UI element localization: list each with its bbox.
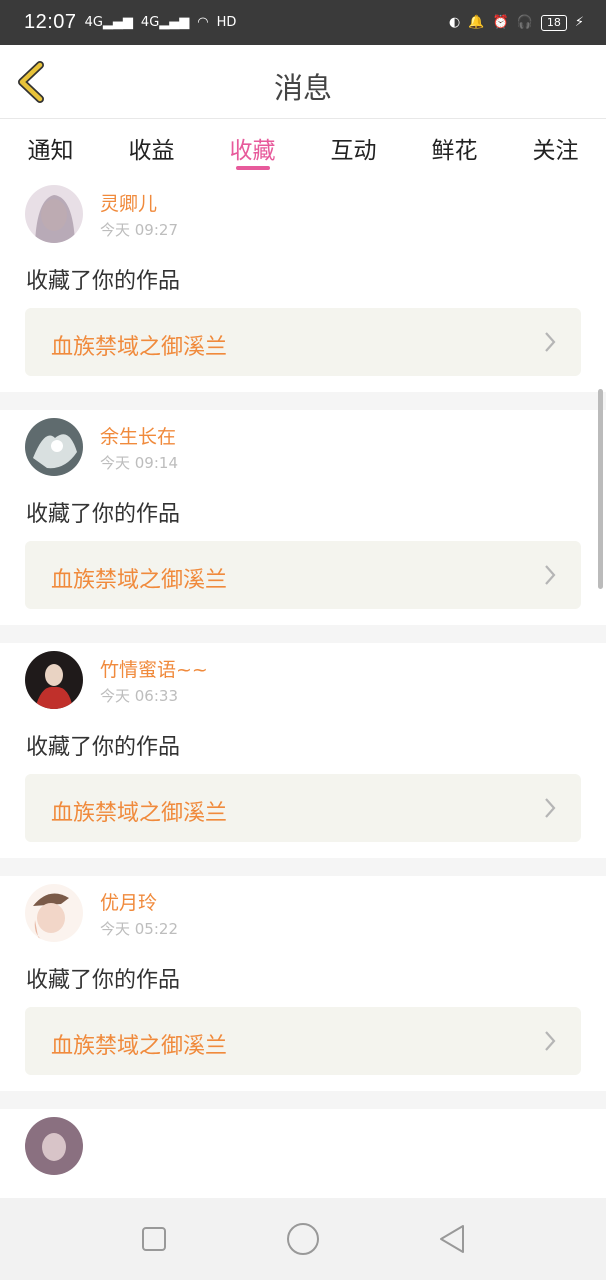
user-name[interactable]: 优月玲 bbox=[100, 888, 157, 915]
chevron-right-icon bbox=[545, 565, 556, 585]
system-back-button[interactable] bbox=[422, 1209, 482, 1269]
chevron-right-icon bbox=[545, 1031, 556, 1051]
message-card: 余生长在 今天 09:14 收藏了你的作品 血族禁域之御溪兰 bbox=[0, 410, 606, 625]
signal-icon-1: 4G▂▄▆ bbox=[84, 15, 133, 30]
work-title: 血族禁域之御溪兰 bbox=[51, 568, 228, 593]
circle-icon bbox=[286, 1223, 319, 1255]
message-list[interactable]: 灵卿儿 今天 09:27 收藏了你的作品 血族禁域之御溪兰 余生长在 今天 09… bbox=[0, 177, 606, 1198]
message-card: 灵卿儿 今天 09:27 收藏了你的作品 血族禁域之御溪兰 bbox=[0, 177, 606, 392]
message-time: 今天 09:27 bbox=[100, 221, 178, 239]
chevron-right-icon bbox=[545, 798, 556, 818]
work-link[interactable]: 血族禁域之御溪兰 bbox=[25, 541, 581, 609]
scrollbar[interactable] bbox=[598, 389, 603, 589]
user-name[interactable]: 余生长在 bbox=[100, 422, 176, 449]
status-left: 12:07 4G▂▄▆ 4G▂▄▆ ◠ HD bbox=[24, 11, 236, 34]
tab-earnings[interactable]: 收益 bbox=[101, 119, 202, 177]
charging-icon: ⚡ bbox=[574, 15, 584, 30]
square-icon bbox=[142, 1227, 167, 1251]
chevron-right-icon bbox=[545, 332, 556, 352]
message-card: 竹情蜜语~~ 今天 06:33 收藏了你的作品 血族禁域之御溪兰 bbox=[0, 643, 606, 858]
message-time: 今天 06:33 bbox=[100, 687, 178, 705]
work-link[interactable]: 血族禁域之御溪兰 bbox=[25, 1007, 581, 1075]
tab-notifications[interactable]: 通知 bbox=[0, 119, 101, 177]
avatar[interactable] bbox=[25, 1117, 83, 1175]
header: 消息 bbox=[0, 45, 606, 119]
status-right: ◐ 🔔 ⏰ 🎧 18 ⚡ bbox=[448, 14, 584, 31]
headphone-icon: 🎧 bbox=[516, 15, 533, 30]
status-bar: 12:07 4G▂▄▆ 4G▂▄▆ ◠ HD ◐ 🔔 ⏰ 🎧 18 ⚡ bbox=[0, 0, 606, 45]
avatar[interactable] bbox=[25, 185, 83, 243]
hd-icon: HD bbox=[216, 15, 237, 30]
system-nav-bar bbox=[0, 1198, 606, 1280]
message-time: 今天 09:14 bbox=[100, 454, 178, 472]
eye-comfort-icon: ◐ bbox=[448, 15, 461, 30]
alarm-icon: ⏰ bbox=[492, 15, 509, 30]
signal-icon-2: 4G▂▄▆ bbox=[140, 15, 190, 30]
action-text: 收藏了你的作品 bbox=[26, 735, 181, 760]
vibrate-icon: 🔔 bbox=[468, 15, 485, 30]
tab-interactions[interactable]: 互动 bbox=[303, 119, 404, 177]
battery-icon: 18 bbox=[540, 14, 567, 31]
home-button[interactable] bbox=[273, 1209, 333, 1269]
recent-apps-button[interactable] bbox=[124, 1209, 184, 1269]
wifi-icon: ◠ bbox=[197, 15, 209, 30]
work-link[interactable]: 血族禁域之御溪兰 bbox=[25, 308, 581, 376]
page-title: 消息 bbox=[273, 71, 332, 105]
action-text: 收藏了你的作品 bbox=[26, 269, 181, 294]
message-time: 今天 05:22 bbox=[100, 920, 178, 938]
work-title: 血族禁域之御溪兰 bbox=[51, 335, 228, 360]
user-name[interactable]: 竹情蜜语~~ bbox=[100, 655, 208, 682]
message-card-partial bbox=[0, 1109, 606, 1198]
tab-flowers[interactable]: 鲜花 bbox=[404, 119, 505, 177]
user-name[interactable]: 灵卿儿 bbox=[100, 189, 157, 216]
work-title: 血族禁域之御溪兰 bbox=[51, 1034, 228, 1059]
work-title: 血族禁域之御溪兰 bbox=[51, 801, 228, 826]
message-card: 优月玲 今天 05:22 收藏了你的作品 血族禁域之御溪兰 bbox=[0, 876, 606, 1091]
status-time: 12:07 bbox=[24, 11, 77, 33]
avatar[interactable] bbox=[25, 884, 83, 942]
avatar[interactable] bbox=[25, 651, 83, 709]
action-text: 收藏了你的作品 bbox=[26, 968, 181, 993]
work-link[interactable]: 血族禁域之御溪兰 bbox=[25, 774, 581, 842]
triangle-back-icon bbox=[439, 1225, 464, 1253]
tab-favorites[interactable]: 收藏 bbox=[202, 119, 303, 177]
tab-bar: 通知 收益 收藏 互动 鲜花 关注 bbox=[0, 119, 606, 177]
tab-follows[interactable]: 关注 bbox=[505, 119, 606, 177]
action-text: 收藏了你的作品 bbox=[26, 502, 181, 527]
avatar[interactable] bbox=[25, 418, 83, 476]
